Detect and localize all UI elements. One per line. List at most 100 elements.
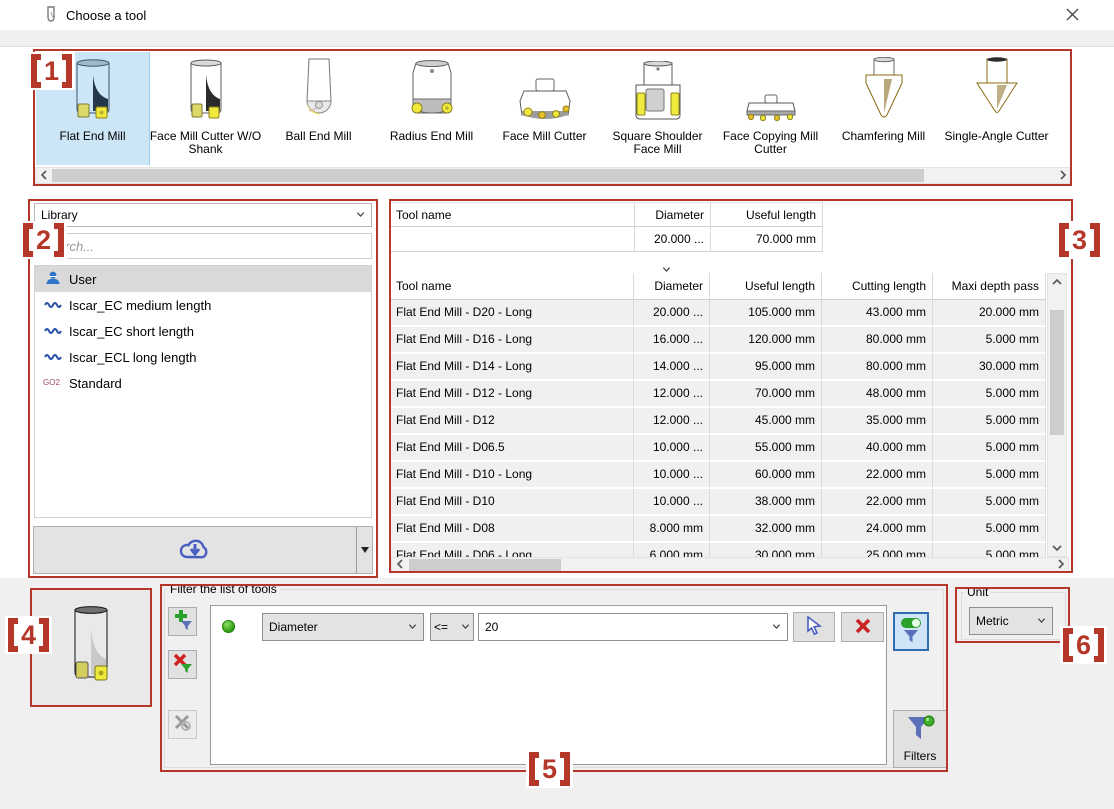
tool-type-item[interactable]: Face Copying Mill Cutter [714,52,827,165]
tool-row[interactable]: Flat End Mill - D20 - Long20.000 ...105.… [390,300,1046,327]
table-cell: 120.000 mm [710,327,822,354]
tool-type-label: Single-Angle Cutter [944,130,1048,143]
filters-button[interactable]: Filters [893,710,947,768]
scroll-right-button[interactable] [1053,558,1068,573]
table-cell: 32.000 mm [710,516,822,543]
tool-type-icon-slot [404,54,460,126]
tool-type-item[interactable]: Square Shoulder Face Mill [601,52,714,165]
iscar-logo-icon [44,298,62,312]
scrollbar-thumb[interactable] [409,559,561,572]
tool-type-item[interactable]: Radius End Mill [375,52,488,165]
library-item-label: User [69,272,96,287]
tool-row[interactable]: Flat End Mill - D10 - Long10.000 ...60.0… [390,462,1046,489]
tool-row[interactable]: Flat End Mill - D16 - Long16.000 ...120.… [390,327,1046,354]
single-angle-cutter-icon [971,57,1023,126]
table-cell: 95.000 mm [710,354,822,381]
chevron-down-icon [408,620,417,634]
tools-table-vertical-scrollbar[interactable] [1047,273,1067,557]
column-header[interactable]: Tool name [390,273,634,300]
tool-row[interactable]: Flat End Mill - D12 - Long12.000 ...70.0… [390,381,1046,408]
scroll-left-icon [396,558,404,572]
library-list: User Iscar_EC medium length Iscar_EC sho… [34,265,372,518]
tool-row[interactable]: Flat End Mill - D1212.000 ...45.000 mm35… [390,408,1046,435]
remove-filter-button[interactable] [168,650,197,679]
column-header[interactable]: Useful length [710,273,822,300]
tool-type-scrollbar[interactable] [35,167,1071,184]
scroll-up-button[interactable] [1048,274,1066,290]
cut-filter-button[interactable] [168,710,197,739]
table-cell: 10.000 ... [634,489,710,516]
library-list-item[interactable]: Iscar_EC medium length [35,292,371,318]
filter-field-value: Diameter [269,620,408,634]
library-list-item[interactable]: Iscar_ECL long length [35,344,371,370]
add-filter-button[interactable] [168,607,197,636]
download-options-button[interactable] [356,526,373,574]
tool-type-item[interactable]: Chamfering Mill [827,52,940,165]
iscar-logo-icon [44,324,62,338]
cloud-download-icon-slot [178,537,212,564]
tool-row[interactable]: Flat End Mill - D14 - Long14.000 ...95.0… [390,354,1046,381]
tool-type-label: Flat End Mill [59,130,125,143]
table-cell: 60.000 mm [710,462,822,489]
chevron-down-icon-slot [356,208,365,222]
table-cell: 80.000 mm [822,327,933,354]
tool-row[interactable]: Flat End Mill - D088.000 mm32.000 mm24.0… [390,516,1046,543]
tool-type-label: Face Mill Cutter [502,130,586,143]
filter-field-dropdown[interactable]: Diameter [262,613,424,641]
toggle-filters-button[interactable] [893,612,929,651]
radius-end-mill-icon [404,59,460,126]
table-cell: 10.000 ... [634,435,710,462]
toggle-funnel-icon [899,632,923,646]
tool-type-item[interactable]: Single-Angle Cutter [940,52,1053,165]
library-item-icon-slot [41,324,65,338]
column-header[interactable]: Tool name [390,202,635,227]
column-header[interactable]: Maxi depth pass [933,273,1046,300]
selected-tool-row[interactable]: 20.000 ...70.000 mm [390,227,823,252]
unit-group-label: Unit [964,585,991,599]
table-cell: 38.000 mm [710,489,822,516]
library-item-icon-slot [41,298,65,312]
dropdown-arrow-icon [361,547,369,553]
tool-type-item[interactable]: Ball End Mill [262,52,375,165]
tool-row[interactable]: Flat End Mill - D1010.000 ...38.000 mm22… [390,489,1046,516]
selected-tool-table-body: 20.000 ...70.000 mm [390,227,823,252]
unit-dropdown[interactable]: Metric [969,607,1053,635]
column-header[interactable]: Useful length [711,202,823,227]
tool-type-item[interactable]: Face Mill Cutter [488,52,601,165]
table-cell: Flat End Mill - D20 - Long [390,300,634,327]
library-list-item[interactable]: GO2 Standard [35,370,371,396]
scroll-right-button[interactable] [1055,168,1070,183]
library-dropdown[interactable]: Library [34,203,372,227]
column-header[interactable]: Diameter [634,273,710,300]
filter-enabled-indicator[interactable] [222,620,235,633]
filter-operator-dropdown[interactable]: <= [430,613,474,641]
column-header[interactable]: Diameter [635,202,711,227]
tool-row[interactable]: Flat End Mill - D06 - Long6.000 mm30.000… [390,543,1046,557]
library-list-item[interactable]: User [35,266,371,292]
library-item-label: Standard [69,376,122,391]
dialog-title: Choose a tool [66,8,146,23]
scissors-icon [173,722,193,736]
table-cell: 20.000 mm [933,300,1046,327]
filters-button-label: Filters [904,749,937,763]
tool-row[interactable]: Flat End Mill - D06.510.000 ...55.000 mm… [390,435,1046,462]
title-bar: Choose a tool [0,0,1114,30]
close-button[interactable] [1062,6,1082,26]
scroll-down-button[interactable] [1048,540,1066,556]
table-cell: 22.000 mm [822,462,933,489]
tools-table-horizontal-scrollbar[interactable] [391,557,1069,573]
pick-value-button[interactable] [793,612,835,642]
filter-value-combobox[interactable]: 20 [478,613,788,641]
table-cell: Flat End Mill - D14 - Long [390,354,634,381]
library-list-item[interactable]: Iscar_EC short length [35,318,371,344]
column-header[interactable]: Cutting length [822,273,933,300]
scroll-left-button[interactable] [392,558,407,573]
chevron-down-icon [1037,614,1046,628]
clear-filter-button[interactable] [841,612,884,642]
scrollbar-thumb[interactable] [1050,310,1064,435]
scrollbar-thumb[interactable] [52,169,924,182]
tool-type-item[interactable]: Face Mill Cutter W/O Shank [149,52,262,165]
search-input[interactable] [34,233,372,259]
download-library-button[interactable] [33,526,357,574]
scroll-left-button[interactable] [36,168,51,183]
